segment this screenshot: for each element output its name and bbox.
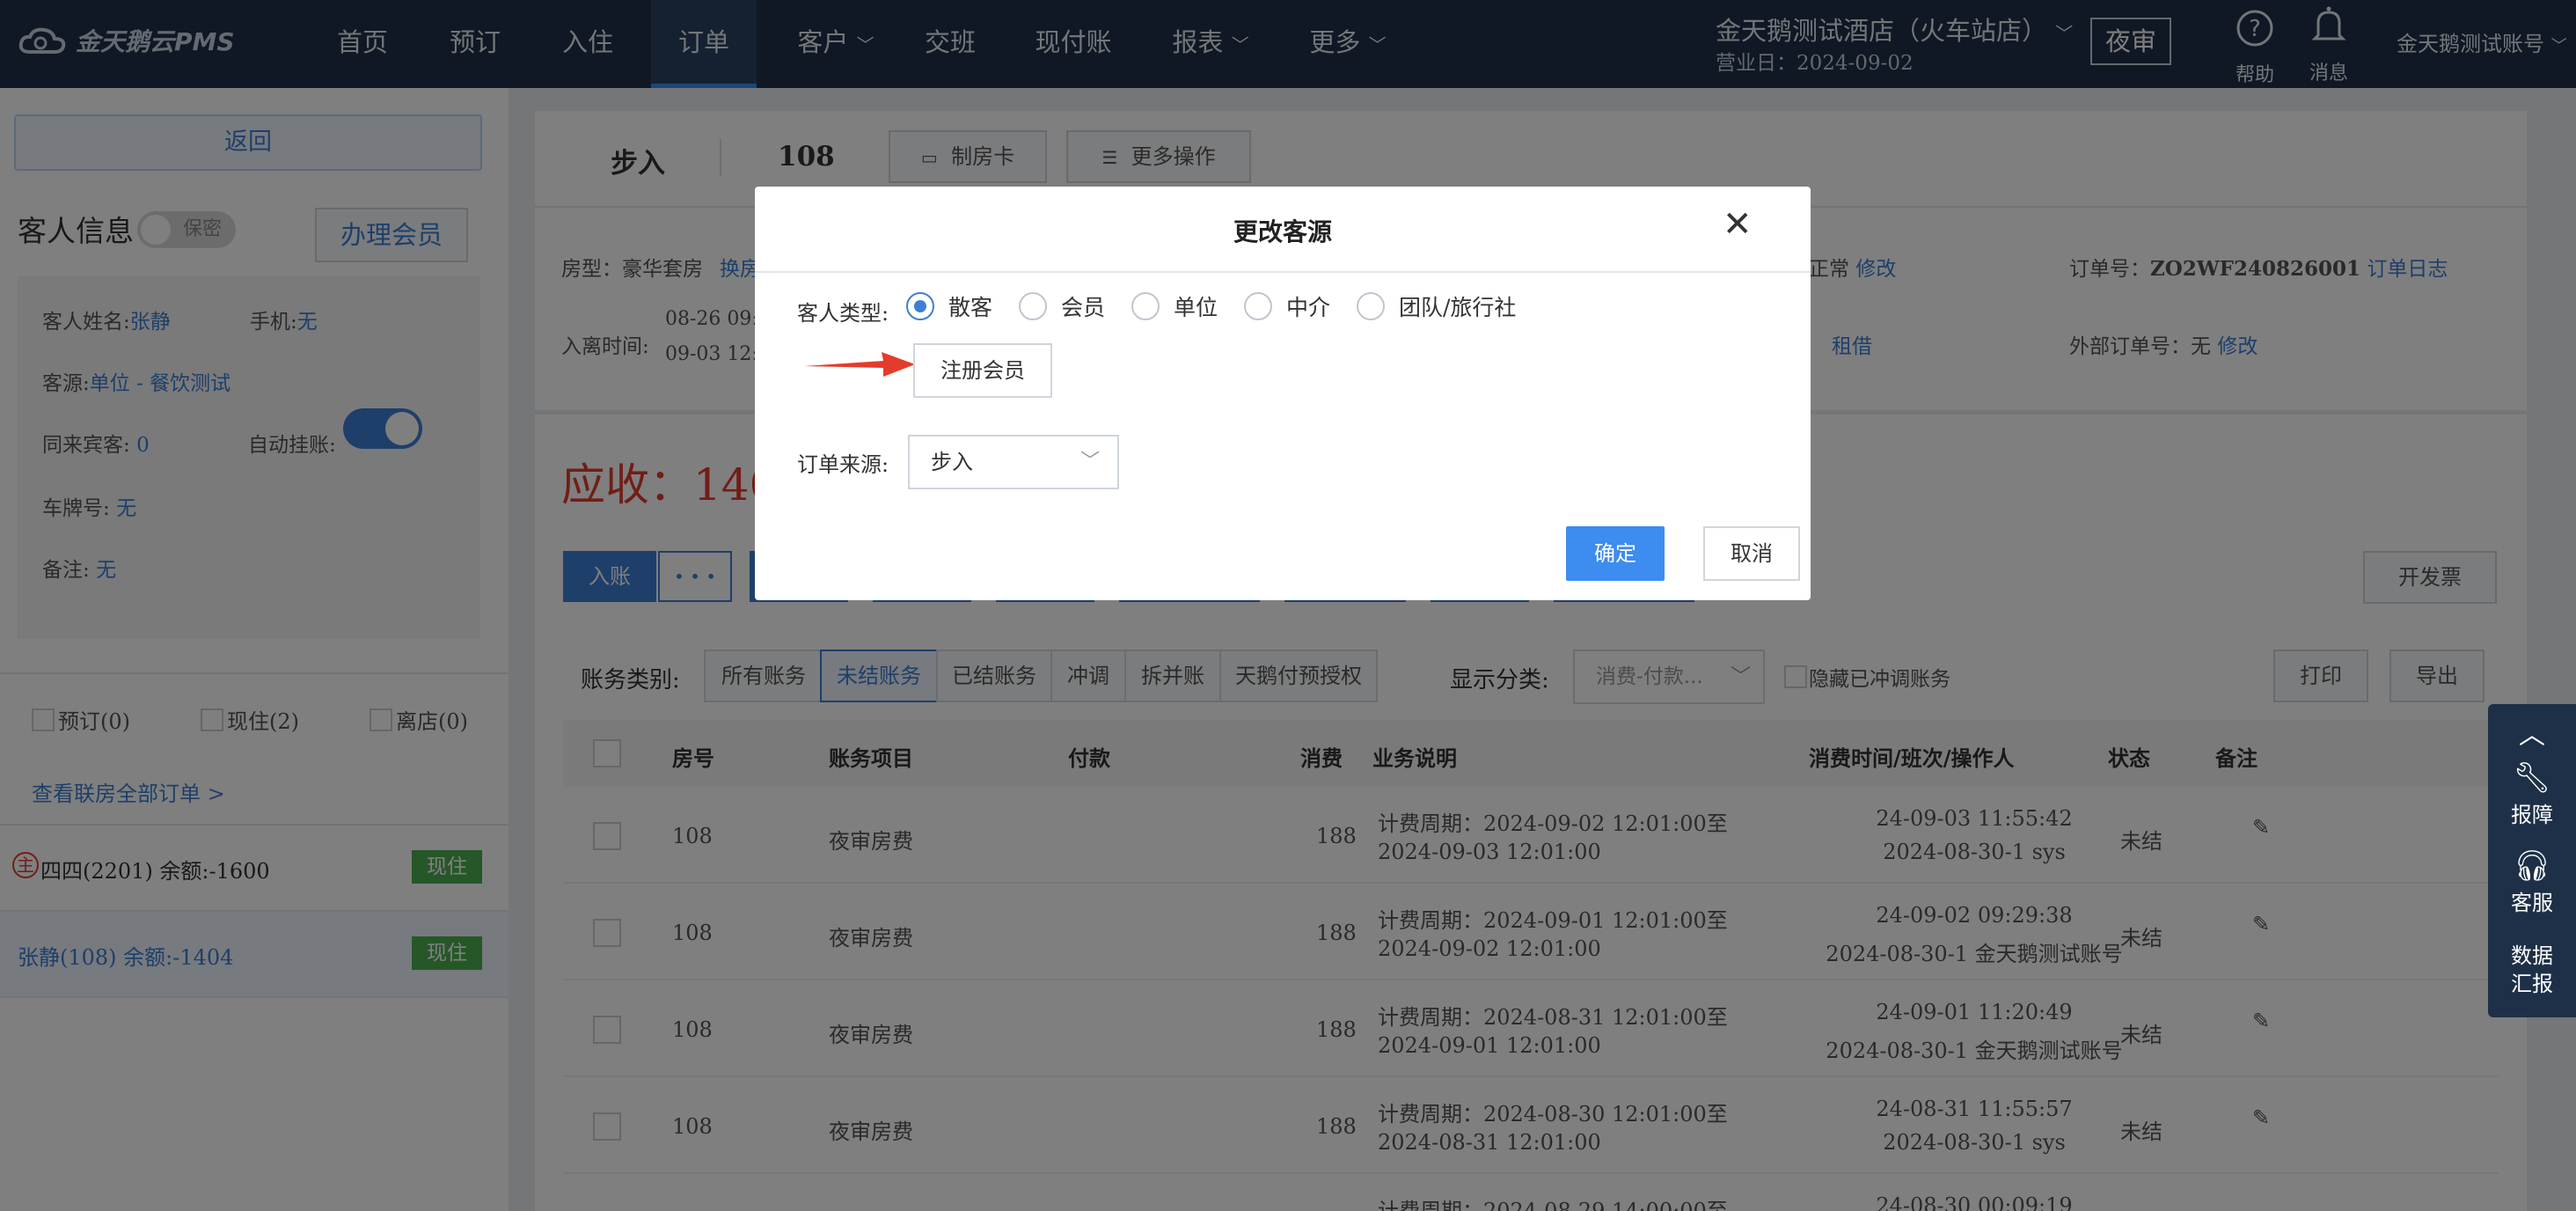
- radio-agent[interactable]: 中介: [1244, 290, 1330, 322]
- modal-backdrop[interactable]: [0, 0, 2576, 1211]
- radio-member[interactable]: 会员: [1019, 290, 1105, 322]
- report-fault-button[interactable]: 🔧︎ 报障: [2488, 759, 2576, 828]
- confirm-button[interactable]: 确定: [1566, 526, 1665, 581]
- radio-label: 会员: [1061, 295, 1106, 320]
- register-member-button[interactable]: 注册会员: [913, 343, 1052, 398]
- radio-group-travel[interactable]: 团队/旅行社: [1357, 290, 1516, 322]
- floating-service-panel: ︿ 🔧︎ 报障 🎧︎ 客服 数据汇报: [2488, 704, 2576, 1017]
- dialog-divider: [755, 271, 1811, 273]
- radio-button[interactable]: [1357, 292, 1385, 320]
- radio-label: 单位: [1174, 295, 1218, 320]
- change-source-dialog: 更改客源 ✕ 客人类型: 散客 会员 单位 中介 团队/旅行社 注册会员 订单来…: [755, 187, 1811, 600]
- annotation-arrow-icon: [804, 352, 915, 377]
- order-source-select[interactable]: 步入 ﹀: [908, 435, 1119, 489]
- close-icon[interactable]: ✕: [1723, 204, 1753, 245]
- radio-button[interactable]: [1244, 292, 1272, 320]
- order-source-label: 订单来源:: [797, 452, 889, 477]
- customer-service-button[interactable]: 🎧︎ 客服: [2488, 847, 2576, 916]
- customer-service-label: 客服: [2511, 891, 2553, 915]
- radio-label: 中介: [1286, 295, 1331, 320]
- data-report-label-1: 数据: [2511, 943, 2553, 968]
- chevron-down-icon: ﹀: [1079, 451, 1100, 473]
- radio-button[interactable]: [1131, 292, 1160, 320]
- data-report-button[interactable]: 数据 汇报: [2488, 942, 2576, 998]
- wrench-icon: 🔧︎: [2513, 760, 2551, 796]
- cancel-button[interactable]: 取消: [1703, 526, 1800, 581]
- scroll-top-button[interactable]: ︿: [2488, 713, 2576, 752]
- guest-type-label: 客人类型:: [797, 301, 889, 326]
- radio-walk-in[interactable]: 散客: [906, 290, 992, 322]
- headset-icon: 🎧︎: [2513, 848, 2551, 884]
- dialog-title: 更改客源: [1233, 217, 1332, 246]
- report-fault-label: 报障: [2511, 803, 2553, 827]
- radio-company[interactable]: 单位: [1131, 290, 1218, 322]
- radio-label: 散客: [948, 295, 993, 320]
- radio-button[interactable]: [1019, 292, 1047, 320]
- radio-label: 团队/旅行社: [1399, 295, 1517, 320]
- radio-button[interactable]: [906, 292, 934, 320]
- order-source-value: 步入: [931, 450, 973, 474]
- data-report-label-2: 汇报: [2511, 972, 2553, 996]
- chevron-up-icon: ︿: [2519, 720, 2545, 751]
